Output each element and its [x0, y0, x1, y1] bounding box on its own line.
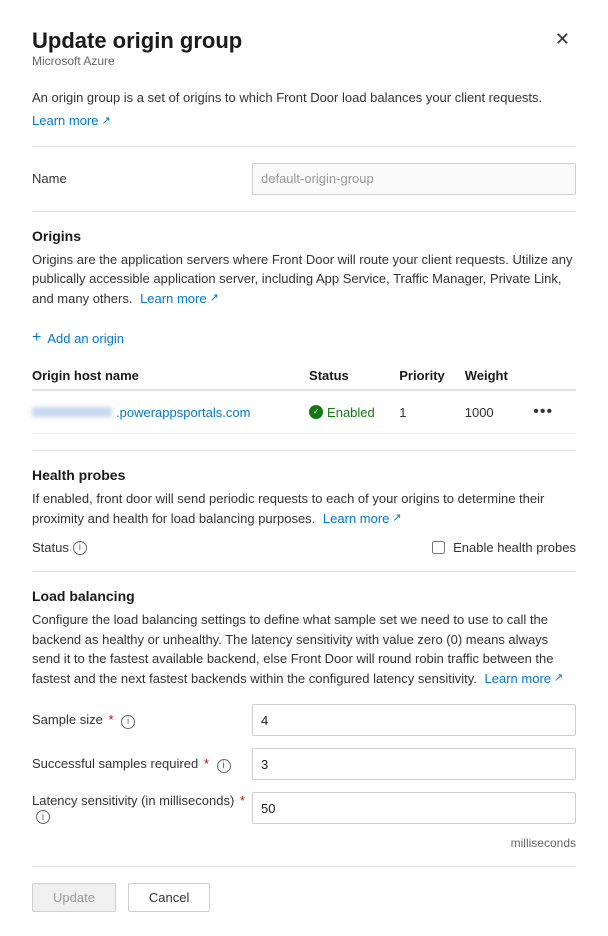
status-cell: Enabled [309, 390, 399, 434]
latency-sensitivity-input[interactable] [252, 792, 576, 824]
col-status: Status [309, 362, 399, 390]
status-label: Status i [32, 540, 152, 555]
actions-cell: ••• [527, 390, 576, 434]
divider-2 [32, 211, 576, 212]
health-probes-status-row: Status i Enable health probes [32, 540, 576, 555]
row-more-button[interactable]: ••• [527, 401, 559, 423]
latency-info-icon: i [36, 810, 50, 824]
host-cell: .powerappsportals.com [32, 390, 309, 434]
origins-external-link-icon: ↗ [210, 290, 219, 307]
divider-4 [32, 571, 576, 572]
load-balancing-description: Configure the load balancing settings to… [32, 610, 576, 688]
intro-description: An origin group is a set of origins to w… [32, 88, 576, 108]
sample-size-input[interactable] [252, 704, 576, 736]
sample-size-row: Sample size * i [32, 704, 576, 736]
add-origin-button[interactable]: + Add an origin [32, 326, 124, 350]
weight-cell: 1000 [465, 390, 528, 434]
successful-samples-required: * [204, 756, 209, 771]
enable-health-probes-label[interactable]: Enable health probes [453, 540, 576, 555]
latency-required: * [240, 793, 245, 808]
update-origin-group-panel: Update origin group Microsoft Azure ✕ An… [0, 0, 608, 936]
priority-cell: 1 [399, 390, 464, 434]
divider-3 [32, 450, 576, 451]
update-button[interactable]: Update [32, 883, 116, 912]
load-balancing-learn-more-link[interactable]: Learn more ↗ [485, 669, 564, 689]
sample-size-info-icon: i [121, 715, 135, 729]
panel-header: Update origin group Microsoft Azure ✕ [32, 28, 576, 84]
name-label: Name [32, 171, 252, 186]
origins-description: Origins are the application servers wher… [32, 250, 576, 309]
health-probes-description: If enabled, front door will send periodi… [32, 489, 576, 528]
table-body: .powerappsportals.com Enabled 1 1000 ••• [32, 390, 576, 434]
close-button[interactable]: ✕ [549, 28, 576, 50]
col-weight: Weight [465, 362, 528, 390]
origins-learn-more-link[interactable]: Learn more ↗ [140, 289, 219, 309]
panel-subtitle: Microsoft Azure [32, 54, 242, 68]
latency-sensitivity-row: Latency sensitivity (in milliseconds) * … [32, 792, 576, 824]
health-probes-learn-more-link[interactable]: Learn more ↗ [323, 509, 402, 529]
panel-footer: Update Cancel [32, 866, 576, 912]
name-input[interactable] [252, 163, 576, 195]
load-balancing-title: Load balancing [32, 588, 576, 604]
origins-table: Origin host name Status Priority Weight … [32, 362, 576, 434]
latency-sensitivity-label: Latency sensitivity (in milliseconds) * … [32, 793, 252, 825]
table-header: Origin host name Status Priority Weight [32, 362, 576, 390]
successful-samples-label: Successful samples required * i [32, 756, 252, 773]
name-field-row: Name [32, 163, 576, 195]
health-probes-ext-icon: ↗ [392, 510, 401, 527]
successful-samples-input[interactable] [252, 748, 576, 780]
col-priority: Priority [399, 362, 464, 390]
milliseconds-note: milliseconds [32, 836, 576, 850]
cancel-button[interactable]: Cancel [128, 883, 210, 912]
load-balancing-ext-icon: ↗ [554, 670, 563, 687]
sample-size-label: Sample size * i [32, 712, 252, 729]
divider-1 [32, 146, 576, 147]
intro-learn-more-link[interactable]: Learn more ↗ [32, 113, 111, 128]
plus-icon: + [32, 330, 41, 346]
col-host: Origin host name [32, 362, 309, 390]
enable-health-probes-checkbox[interactable] [432, 541, 445, 554]
health-probes-title: Health probes [32, 467, 576, 483]
close-icon: ✕ [555, 29, 570, 49]
header-text: Update origin group Microsoft Azure [32, 28, 242, 84]
table-row: .powerappsportals.com Enabled 1 1000 ••• [32, 390, 576, 434]
enable-health-probes-container: Enable health probes [432, 540, 576, 555]
sample-size-required: * [108, 712, 113, 727]
origins-section-title: Origins [32, 228, 576, 244]
successful-samples-row: Successful samples required * i [32, 748, 576, 780]
col-actions [527, 362, 576, 390]
origin-blur [32, 407, 112, 417]
status-info-icon: i [73, 541, 87, 555]
external-link-icon: ↗ [101, 114, 110, 127]
status-enabled-icon [309, 405, 323, 419]
origin-host-domain[interactable]: .powerappsportals.com [116, 405, 250, 420]
successful-samples-info-icon: i [217, 759, 231, 773]
panel-title: Update origin group [32, 28, 242, 54]
